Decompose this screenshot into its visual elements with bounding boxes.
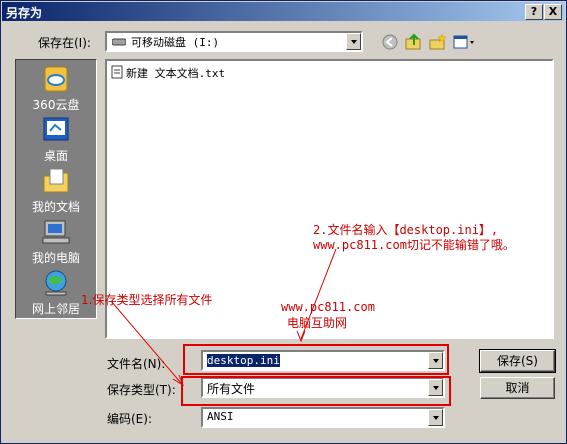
annotation-filename-line2: www.pc811.com切记不能输错了哦。 — [313, 238, 515, 252]
watermark-name: 电脑互助网 — [287, 316, 348, 330]
watermark-url: www.pc811.com — [281, 300, 375, 314]
save-as-dialog: 另存为 ? X 保存在(I): 可移动磁盘 (I:) 360云盘 桌面 我的文档… — [0, 0, 567, 444]
annotation-filetype: 1.保存类型选择所有文件 — [81, 293, 213, 307]
